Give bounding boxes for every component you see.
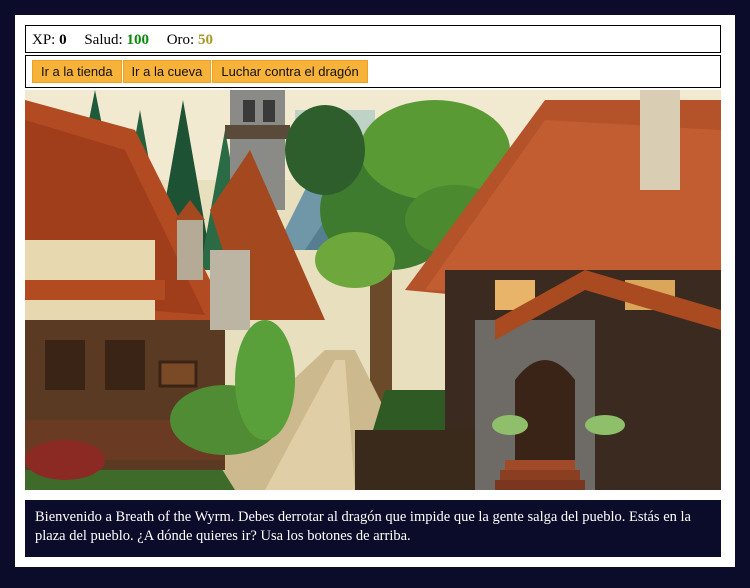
fight-dragon-button[interactable]: Luchar contra el dragón xyxy=(212,60,368,83)
controls-bar: Ir a la tienda Ir a la cueva Luchar contra… xyxy=(25,55,721,88)
town-square-image xyxy=(25,90,721,490)
stats-bar: XP: 0 Salud: 100 Oro: 50 xyxy=(25,25,721,53)
gold-stat: Oro: 50 xyxy=(167,32,213,48)
gold-label: Oro: xyxy=(166,32,195,48)
xp-label: XP: xyxy=(32,32,56,48)
xp-value: 0 xyxy=(59,32,67,48)
xp-stat: XP: 0 xyxy=(32,32,67,48)
message-text: Bienvenido a Breath of the Wyrm. Debes d… xyxy=(35,509,691,544)
town-scene-illustration xyxy=(25,90,721,490)
message-box: Bienvenido a Breath of the Wyrm. Debes d… xyxy=(25,500,721,557)
gold-value: 50 xyxy=(197,32,213,48)
health-label: Salud: xyxy=(84,32,123,48)
game-container: XP: 0 Salud: 100 Oro: 50 Ir a la tienda I… xyxy=(15,15,735,567)
health-stat: Salud: 100 xyxy=(84,32,149,48)
go-store-button[interactable]: Ir a la tienda xyxy=(32,60,122,83)
go-cave-button[interactable]: Ir a la cueva xyxy=(122,60,212,83)
health-value: 100 xyxy=(126,32,149,48)
